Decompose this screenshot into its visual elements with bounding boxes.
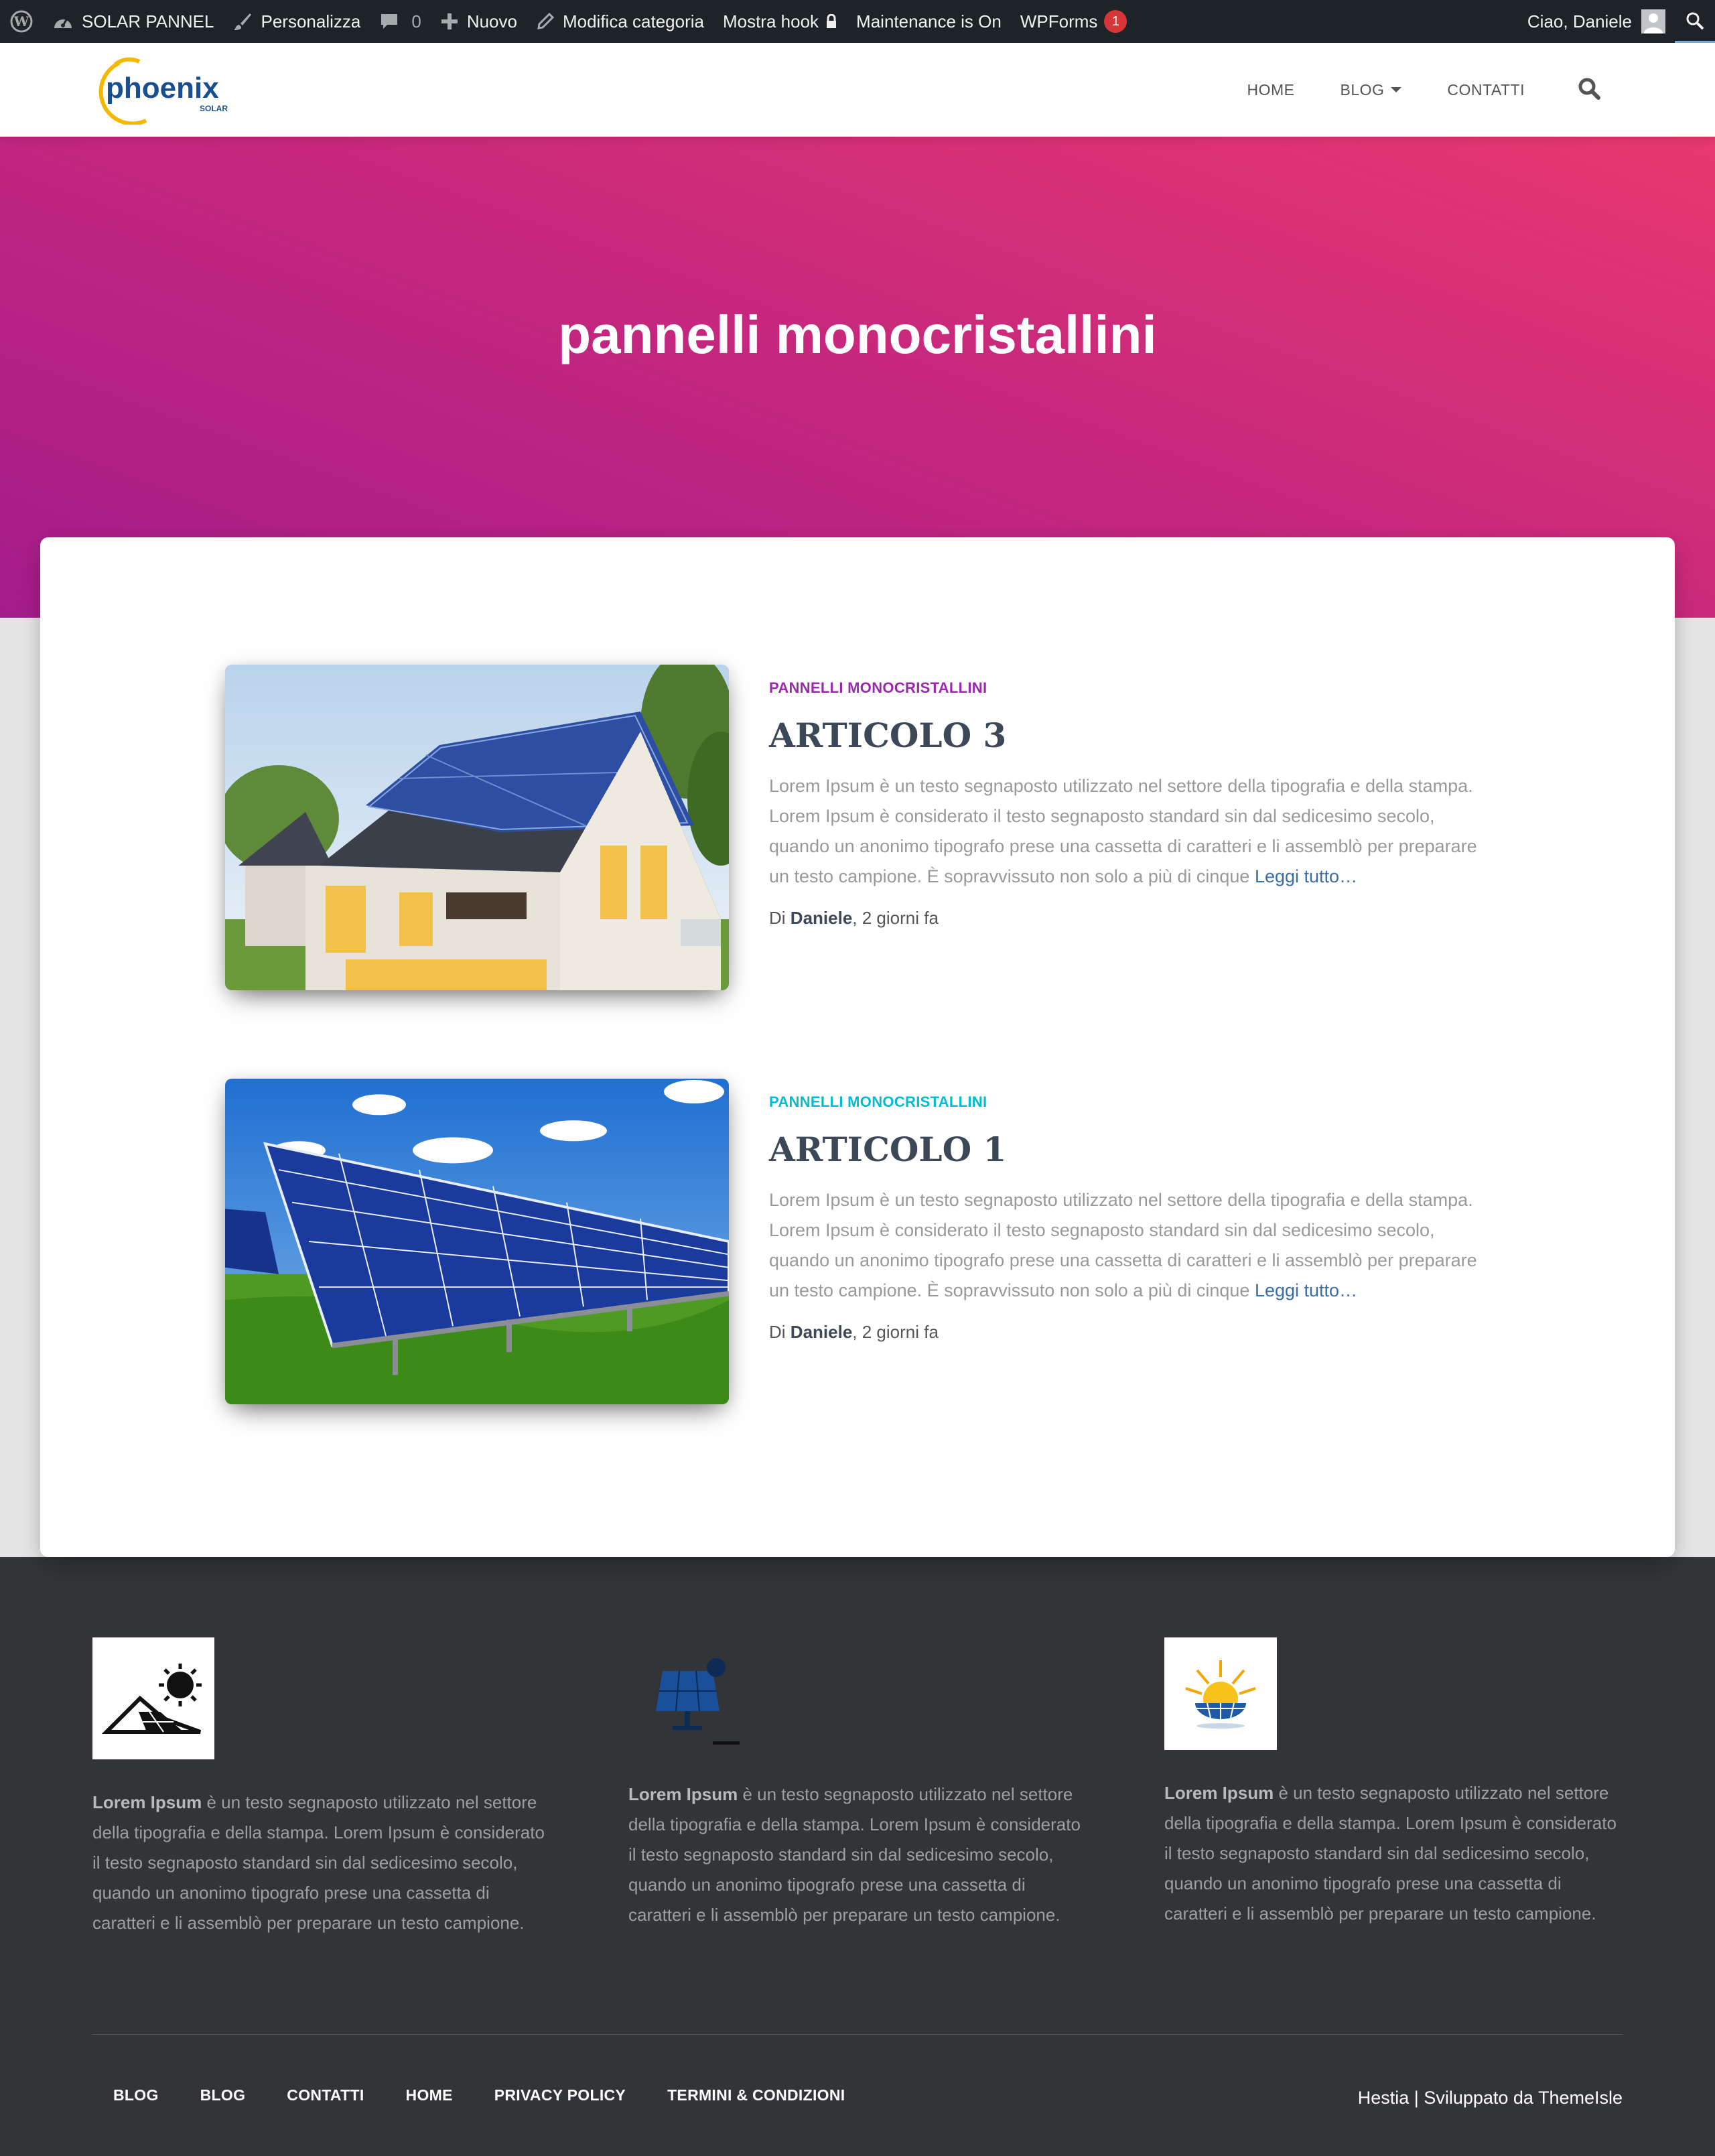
nav-contatti[interactable]: CONTATTI: [1447, 81, 1525, 99]
wordpress-logo-icon[interactable]: W: [0, 0, 43, 43]
archive-content: PANNELLI MONOCRISTALLINI ARTICOLO 3 Lore…: [40, 537, 1675, 1557]
article-thumbnail[interactable]: [225, 1079, 729, 1404]
edit-category-label: Modifica categoria: [562, 11, 704, 31]
svg-text:W: W: [13, 13, 29, 29]
wpforms-link[interactable]: WPForms 1: [1011, 0, 1137, 43]
nav-home[interactable]: HOME: [1247, 81, 1295, 99]
footer-widget-text: Lorem Ipsum è un testo segnaposto utiliz…: [92, 1788, 555, 1938]
footer-link-home[interactable]: HOME: [406, 2086, 453, 2104]
show-hooks-link[interactable]: Mostra hook: [713, 0, 847, 43]
footer-link-privacy[interactable]: PRIVACY POLICY: [494, 2086, 626, 2104]
site-header: phoenix SOLAR HOME BLOG CONTATTI: [0, 43, 1715, 137]
admin-bar: W SOLAR PANNEL Personalizza 0 Nuovo Modi…: [0, 0, 1715, 43]
article-thumbnail[interactable]: [225, 665, 729, 990]
footer-text-bold: Lorem Ipsum: [1164, 1783, 1274, 1803]
solar-roof-icon: [92, 1637, 214, 1759]
brush-icon: [232, 11, 253, 31]
comment-bubble-icon: [379, 11, 399, 31]
pencil-icon: [536, 12, 555, 31]
logo-wordmark: phoenix: [106, 72, 219, 105]
article-category[interactable]: PANNELLI MONOCRISTALLINI: [769, 679, 1493, 697]
greeting-label: Ciao, Daniele: [1527, 11, 1632, 31]
meta-prefix: Di: [769, 1322, 786, 1342]
read-more-link[interactable]: Leggi tutto…: [1255, 1280, 1357, 1300]
site-name-menu[interactable]: SOLAR PANNEL: [43, 0, 223, 43]
meta-prefix: Di: [769, 908, 786, 928]
footer-text-bold: Lorem Ipsum: [628, 1784, 738, 1804]
article-card: PANNELLI MONOCRISTALLINI ARTICOLO 3 Lore…: [225, 665, 1538, 1000]
article-excerpt: Lorem Ipsum è un testo segnaposto utiliz…: [769, 771, 1493, 892]
footer-link-contatti[interactable]: CONTATTI: [287, 2086, 364, 2104]
footer-widget-3: Lorem Ipsum è un testo segnaposto utiliz…: [1164, 1637, 1627, 1929]
footer-widget-1: Lorem Ipsum è un testo segnaposto utiliz…: [92, 1637, 555, 1938]
read-more-link[interactable]: Leggi tutto…: [1255, 866, 1357, 886]
article-meta: Di Daniele, 2 giorni fa: [769, 1322, 1493, 1343]
post-date: , 2 giorni fa: [852, 1322, 939, 1342]
wpforms-label: WPForms: [1020, 11, 1098, 31]
maintenance-link[interactable]: Maintenance is On: [847, 0, 1011, 43]
site-name-label: SOLAR PANNEL: [82, 11, 214, 31]
article-excerpt: Lorem Ipsum è un testo segnaposto utiliz…: [769, 1185, 1493, 1306]
post-date: , 2 giorni fa: [852, 908, 939, 928]
article-title[interactable]: ARTICOLO 3: [769, 716, 1493, 755]
page-title: pannelli monocristallini: [558, 305, 1157, 364]
dashboard-icon: [52, 12, 74, 31]
nav-blog-label: BLOG: [1340, 80, 1385, 98]
customize-label: Personalizza: [261, 11, 361, 31]
solar-panel-icon: [628, 1637, 750, 1751]
comments-count: 0: [411, 11, 421, 31]
article-card: PANNELLI MONOCRISTALLINI ARTICOLO 1 Lore…: [225, 1079, 1538, 1414]
customize-link[interactable]: Personalizza: [223, 0, 370, 43]
new-content-menu[interactable]: Nuovo: [431, 0, 527, 43]
main-navigation: HOME BLOG CONTATTI: [1247, 43, 1715, 137]
footer-widget-text: Lorem Ipsum è un testo segnaposto utiliz…: [628, 1779, 1091, 1930]
excerpt-text: Lorem Ipsum è un testo segnaposto utiliz…: [769, 1190, 1477, 1300]
plus-icon: [440, 12, 459, 31]
article-body: PANNELLI MONOCRISTALLINI ARTICOLO 1 Lore…: [769, 1093, 1493, 1343]
footer-link-blog[interactable]: BLOG: [113, 2086, 159, 2104]
footer-divider: [92, 2034, 1623, 2035]
show-hooks-label: Mostra hook: [722, 11, 819, 31]
lock-icon: [825, 14, 837, 29]
footer-copyright: Hestia | Sviluppato da ThemeIsle: [1357, 2088, 1623, 2108]
wpforms-notification-badge: 1: [1104, 10, 1127, 33]
article-meta: Di Daniele, 2 giorni fa: [769, 908, 1493, 929]
excerpt-text: Lorem Ipsum è un testo segnaposto utiliz…: [769, 776, 1477, 886]
nav-blog[interactable]: BLOG: [1341, 81, 1402, 99]
chevron-down-icon: [1391, 87, 1402, 92]
footer-text-bold: Lorem Ipsum: [92, 1792, 202, 1812]
maintenance-label: Maintenance is On: [856, 11, 1002, 31]
admin-search-icon[interactable]: [1675, 0, 1715, 43]
footer-widget-text: Lorem Ipsum è un testo segnaposto utiliz…: [1164, 1778, 1627, 1929]
article-category[interactable]: PANNELLI MONOCRISTALLINI: [769, 1093, 1493, 1111]
account-menu[interactable]: Ciao, Daniele: [1518, 0, 1675, 43]
footer-link-blog-2[interactable]: BLOG: [200, 2086, 246, 2104]
logo-subtitle: SOLAR: [200, 104, 228, 113]
site-footer: Lorem Ipsum è un testo segnaposto utiliz…: [0, 1557, 1715, 2156]
sun-globe-icon: [1164, 1637, 1277, 1750]
author-link[interactable]: Daniele: [791, 908, 853, 928]
footer-text-body: è un testo segnaposto utilizzato nel set…: [1164, 1783, 1617, 1924]
article-body: PANNELLI MONOCRISTALLINI ARTICOLO 3 Lore…: [769, 679, 1493, 929]
footer-widget-2: Lorem Ipsum è un testo segnaposto utiliz…: [628, 1637, 1091, 1930]
author-link[interactable]: Daniele: [791, 1322, 853, 1342]
edit-category-link[interactable]: Modifica categoria: [527, 0, 713, 43]
footer-text-body: è un testo segnaposto utilizzato nel set…: [92, 1792, 545, 1933]
footer-menu: BLOG BLOG CONTATTI HOME PRIVACY POLICY T…: [92, 2086, 866, 2104]
footer-link-terms[interactable]: TERMINI & CONDIZIONI: [667, 2086, 845, 2104]
article-title[interactable]: ARTICOLO 1: [769, 1130, 1493, 1169]
avatar: [1641, 9, 1665, 33]
comments-link[interactable]: 0: [370, 0, 430, 43]
site-logo[interactable]: phoenix SOLAR: [92, 55, 240, 126]
search-icon[interactable]: [1577, 76, 1601, 104]
footer-text-body: è un testo segnaposto utilizzato nel set…: [628, 1784, 1081, 1925]
new-label: Nuovo: [466, 11, 517, 31]
